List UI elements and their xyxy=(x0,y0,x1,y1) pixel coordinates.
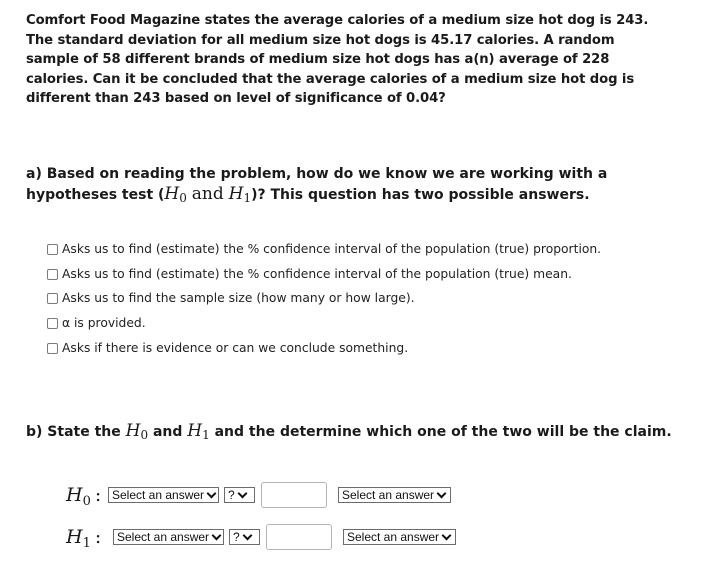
chevron-down-icon xyxy=(436,488,447,498)
h1-letter: H xyxy=(228,183,244,204)
question-a-prompt: a) Based on reading the problem, how do … xyxy=(26,165,686,205)
h1-operator-select[interactable]: ? xyxy=(229,529,260,545)
option-evidence-conclude[interactable]: Asks if there is evidence or can we conc… xyxy=(47,336,601,361)
problem-statement: Comfort Food Magazine states the average… xyxy=(26,13,649,106)
chevron-down-icon xyxy=(441,530,452,540)
option-label: Asks us to find (estimate) the % confide… xyxy=(62,266,572,281)
h1-symbol: H1 xyxy=(229,184,251,204)
option-label: α is provided. xyxy=(62,316,146,331)
question-a-suffix: )? This question has two possible answer… xyxy=(251,186,590,203)
h0-claim-select[interactable]: Select an answer xyxy=(338,487,451,503)
chevron-down-icon xyxy=(206,488,217,498)
option-label: Asks us to find (estimate) the % confide… xyxy=(62,242,602,256)
chevron-down-icon xyxy=(211,530,222,540)
h0-parameter-select[interactable]: Select an answer xyxy=(108,487,219,503)
option-ci-mean[interactable]: Asks us to find (estimate) the % confide… xyxy=(47,262,601,287)
question-b-prompt: b) State the H0 and H1 and the determine… xyxy=(26,421,686,443)
question-b-prefix: b) State the xyxy=(26,424,126,440)
select-value: Select an answer xyxy=(347,530,440,544)
chevron-down-icon xyxy=(237,488,248,498)
h1-label-subscript: 1 xyxy=(82,536,91,551)
checkbox[interactable] xyxy=(47,342,58,354)
checkbox[interactable] xyxy=(47,268,58,280)
h0-label-letter: H xyxy=(66,484,83,506)
h1-row: H1: Select an answer ? Select an answer xyxy=(66,524,456,550)
h0-letter: H xyxy=(125,421,141,441)
h1-letter: H xyxy=(187,421,203,441)
checkbox[interactable] xyxy=(47,293,58,305)
h0-letter: H xyxy=(164,183,180,204)
select-value: Select an answer xyxy=(342,488,435,502)
h1-value-input[interactable] xyxy=(266,524,332,550)
checkbox[interactable] xyxy=(47,317,58,329)
h0-operator-select[interactable]: ? xyxy=(224,487,255,503)
option-label: Asks us to find the sample size (how man… xyxy=(62,291,415,306)
h0-row: H0: Select an answer ? Select an answer xyxy=(66,482,451,508)
question-b-middle: and xyxy=(148,424,188,440)
h0-symbol: H0 xyxy=(164,184,186,204)
h1-parameter-select[interactable]: Select an answer xyxy=(113,529,224,545)
option-sample-size[interactable]: Asks us to find the sample size (how man… xyxy=(47,286,601,311)
h0-symbol: H0 xyxy=(126,421,148,441)
h1-label: H1: xyxy=(66,526,113,551)
h1-colon: : xyxy=(94,526,102,548)
and-word: and xyxy=(191,183,224,204)
option-label: Asks if there is evidence or can we conc… xyxy=(62,340,409,355)
select-value: ? xyxy=(228,488,235,502)
h0-label: H0: xyxy=(66,484,108,509)
chevron-down-icon xyxy=(242,530,253,540)
h1-label-letter: H xyxy=(66,526,83,548)
h1-subscript: 1 xyxy=(243,190,252,205)
h0-value-input[interactable] xyxy=(261,482,327,508)
option-ci-proportion[interactable]: Asks us to find (estimate) the % confide… xyxy=(47,237,601,262)
h1-subscript: 1 xyxy=(202,428,210,442)
h0-colon: : xyxy=(94,484,102,506)
h0-subscript: 0 xyxy=(140,428,149,442)
answer-options: Asks us to find (estimate) the % confide… xyxy=(47,237,601,360)
h1-claim-select[interactable]: Select an answer xyxy=(343,529,456,545)
select-value: Select an answer xyxy=(117,530,210,544)
h0-subscript: 0 xyxy=(179,190,187,205)
h1-symbol: H1 xyxy=(187,421,209,441)
question-b-suffix: and the determine which one of the two w… xyxy=(209,424,672,440)
select-value: Select an answer xyxy=(112,488,205,502)
option-alpha-provided[interactable]: α is provided. xyxy=(47,311,601,336)
checkbox[interactable] xyxy=(47,243,58,255)
select-value: ? xyxy=(233,530,240,544)
h0-label-subscript: 0 xyxy=(82,494,91,509)
